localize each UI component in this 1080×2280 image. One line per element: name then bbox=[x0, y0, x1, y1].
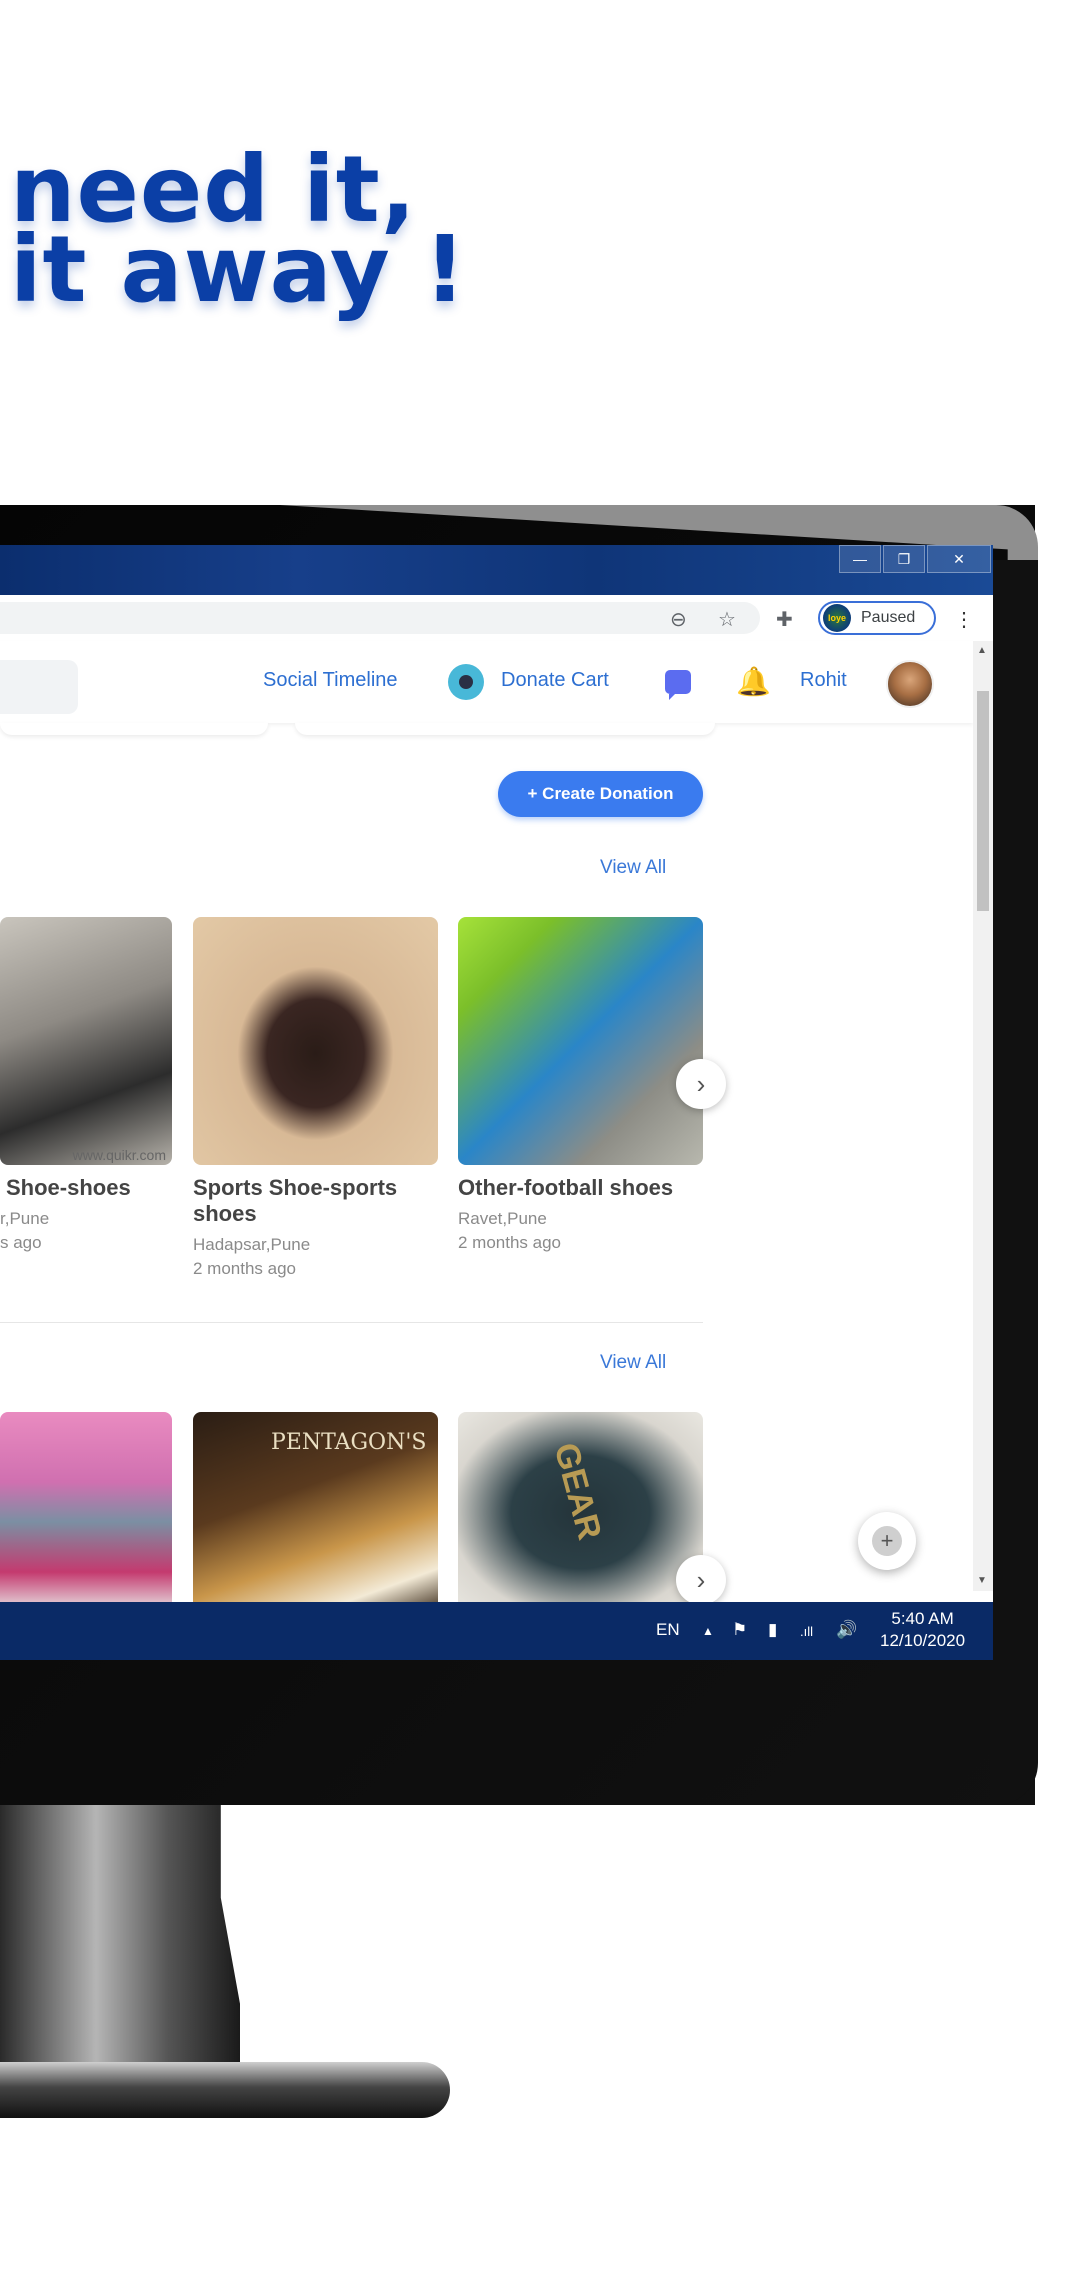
avatar[interactable] bbox=[886, 660, 934, 708]
product-image[interactable] bbox=[0, 1412, 172, 1612]
browser-menu-icon[interactable]: ⋮ bbox=[954, 607, 974, 632]
profile-status: Paused bbox=[861, 609, 916, 626]
os-taskbar: EN ▲ ⚑ ▮ .ıll 🔊 5:40 AM 12/10/2020 bbox=[0, 1602, 993, 1660]
nav-user-name[interactable]: Rohit bbox=[800, 669, 847, 692]
scrollbar[interactable]: ▲ ▼ bbox=[973, 641, 993, 1591]
nav-social-timeline[interactable]: Social Timeline bbox=[263, 669, 398, 692]
plus-icon: + bbox=[872, 1526, 902, 1556]
product-title[interactable]: Other-football shoes bbox=[458, 1175, 673, 1201]
language-indicator[interactable]: EN bbox=[656, 1620, 680, 1640]
flag-icon[interactable]: ⚑ bbox=[732, 1620, 747, 1640]
scroll-up-icon[interactable]: ▲ bbox=[977, 645, 987, 656]
battery-icon[interactable]: ▮ bbox=[768, 1620, 777, 1640]
monitor-screen: — ❐ ✕ ⊖ ☆ ✚ ⋮ loye Paused Social Timelin… bbox=[0, 545, 993, 1660]
clock-time: 5:40 AM bbox=[891, 1609, 954, 1628]
product-location: r,Pune bbox=[0, 1209, 50, 1228]
subnav-tab bbox=[295, 723, 715, 735]
product-image[interactable]: GEAR bbox=[458, 1412, 703, 1612]
profile-paused-button[interactable]: loye Paused bbox=[818, 601, 936, 635]
image-text: GEAR bbox=[546, 1439, 609, 1544]
create-donation-button[interactable]: + Create Donation bbox=[498, 771, 703, 817]
nav-donate-cart[interactable]: Donate Cart bbox=[501, 669, 609, 692]
subnav-tab bbox=[0, 723, 268, 735]
product-image[interactable] bbox=[458, 917, 703, 1165]
window-titlebar: — ❐ ✕ bbox=[0, 545, 993, 595]
star-icon[interactable]: ☆ bbox=[718, 607, 736, 632]
bell-icon[interactable]: 🔔 bbox=[736, 667, 771, 697]
product-image[interactable]: www.quikr.com bbox=[0, 917, 172, 1165]
product-title[interactable]: Shoe-shoes bbox=[6, 1175, 131, 1201]
headline-line-2: it away ! bbox=[10, 216, 467, 323]
chat-icon[interactable] bbox=[665, 670, 691, 700]
product-location: Ravet,Pune bbox=[458, 1209, 547, 1228]
carousel-next-button[interactable]: › bbox=[676, 1059, 726, 1109]
minimize-button[interactable]: — bbox=[839, 545, 881, 573]
hero-headline: need it, it away ! bbox=[10, 144, 467, 323]
address-bar[interactable] bbox=[0, 602, 760, 634]
product-time: s ago bbox=[0, 1233, 42, 1252]
zoom-out-icon[interactable]: ⊖ bbox=[670, 607, 687, 632]
monitor-stand-neck bbox=[0, 1805, 240, 2070]
donate-cart-icon[interactable] bbox=[448, 664, 484, 700]
search-input[interactable] bbox=[0, 660, 78, 714]
product-time: 2 months ago bbox=[458, 1233, 562, 1252]
product-title[interactable]: Sports Shoe-sports shoes bbox=[193, 1175, 433, 1227]
carousel-next-button[interactable]: › bbox=[676, 1555, 726, 1605]
volume-icon[interactable]: 🔊 bbox=[836, 1620, 857, 1640]
section-divider bbox=[0, 1322, 703, 1323]
image-watermark: www.quikr.com bbox=[72, 1147, 166, 1163]
monitor-bezel-right bbox=[990, 560, 1038, 1805]
view-all-link[interactable]: View All bbox=[600, 857, 666, 879]
product-image[interactable] bbox=[193, 917, 438, 1165]
restore-button[interactable]: ❐ bbox=[883, 545, 925, 573]
clock[interactable]: 5:40 AM 12/10/2020 bbox=[880, 1608, 965, 1652]
add-fab-button[interactable]: + bbox=[858, 1512, 916, 1570]
site-navbar: Social Timeline Donate Cart 🔔 Rohit bbox=[0, 641, 973, 723]
product-location: Hadapsar,Pune bbox=[193, 1235, 311, 1254]
signal-icon[interactable]: .ıll bbox=[800, 1624, 813, 1639]
tray-expand-icon[interactable]: ▲ bbox=[702, 1624, 714, 1638]
close-button[interactable]: ✕ bbox=[927, 545, 991, 573]
scroll-thumb[interactable] bbox=[977, 691, 989, 911]
profile-badge: loye bbox=[823, 604, 851, 632]
scroll-down-icon[interactable]: ▼ bbox=[977, 1575, 987, 1586]
monitor-stand-base bbox=[0, 2062, 450, 2118]
puzzle-icon[interactable]: ✚ bbox=[776, 607, 793, 632]
product-time: 2 months ago bbox=[193, 1259, 297, 1278]
view-all-link[interactable]: View All bbox=[600, 1352, 666, 1374]
product-image[interactable]: PENTAGON'S bbox=[193, 1412, 438, 1612]
window-controls: — ❐ ✕ bbox=[839, 545, 991, 573]
clock-date: 12/10/2020 bbox=[880, 1631, 966, 1650]
image-text: PENTAGON'S bbox=[271, 1430, 427, 1455]
